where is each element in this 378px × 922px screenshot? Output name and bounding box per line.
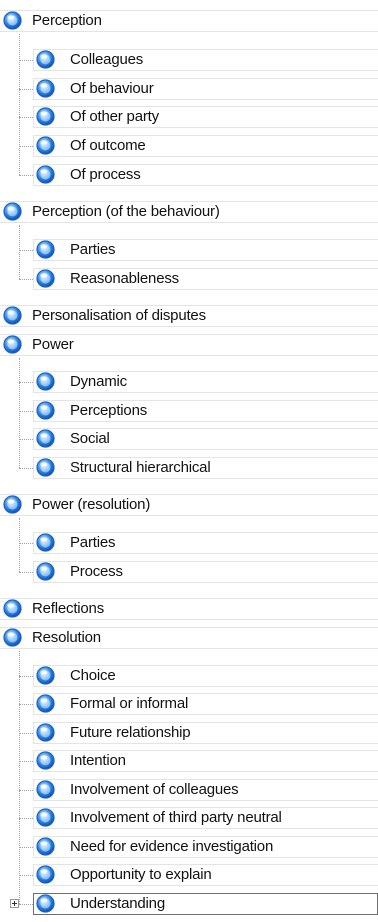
tree-node-of-outcome[interactable]: Of outcome — [33, 133, 378, 159]
tree-node-label: Power — [32, 336, 74, 353]
blue-orb-icon — [36, 372, 55, 391]
blue-orb-icon — [3, 335, 22, 354]
tree-node-perception-of-the-behaviour[interactable]: Perception (of the behaviour) — [0, 199, 378, 225]
tree-node-social[interactable]: Social — [33, 426, 378, 452]
blue-orb-icon — [36, 79, 55, 98]
tree-node-label: Personalisation of disputes — [32, 307, 206, 324]
tree-node-label: Reflections — [32, 600, 105, 617]
blue-orb-icon — [36, 723, 55, 742]
tree-node-choice[interactable]: Choice — [33, 663, 378, 689]
blue-orb-icon — [36, 50, 55, 69]
tree-node-label: Of other party — [70, 108, 159, 125]
tree-node-resolution[interactable]: Resolution — [0, 625, 378, 651]
tree-node-formal-or-informal[interactable]: Formal or informal — [33, 691, 378, 717]
blue-orb-icon — [36, 429, 55, 448]
tree-node-opportunity-to-explain[interactable]: Opportunity to explain — [33, 862, 378, 888]
tree-node-label: Need for evidence investigation — [70, 838, 274, 855]
tree-node-label: Involvement of colleagues — [70, 781, 239, 798]
tree-node-dynamic[interactable]: Dynamic — [33, 369, 378, 395]
blue-orb-icon — [3, 628, 22, 647]
tree-node-need-for-evidence-investigation[interactable]: Need for evidence investigation — [33, 834, 378, 860]
blue-orb-icon — [36, 780, 55, 799]
tree-node-involvement-of-third-party-neutral[interactable]: Involvement of third party neutral — [33, 805, 378, 831]
tree-node-label: Of process — [70, 166, 141, 183]
blue-orb-icon — [3, 202, 22, 221]
tree-node-structural-hierarchical[interactable]: Structural hierarchical — [33, 455, 378, 481]
tree-node-personalisation-of-disputes[interactable]: Personalisation of disputes — [0, 303, 378, 329]
node-tree: Perception Colleagues Of behaviour Of other… — [0, 0, 378, 922]
tree-node-label: Parties — [70, 534, 116, 551]
blue-orb-icon — [3, 306, 22, 325]
tree-node-label: Structural hierarchical — [70, 459, 211, 476]
tree-node-label: Social — [70, 430, 110, 447]
tree-node-label: Intention — [70, 752, 126, 769]
tree-node-perception[interactable]: Perception — [0, 8, 378, 34]
tree-node-intention[interactable]: Intention — [33, 748, 378, 774]
tree-node-label: Reasonableness — [70, 270, 179, 287]
tree-node-of-behaviour[interactable]: Of behaviour — [33, 76, 378, 102]
blue-orb-icon — [36, 808, 55, 827]
blue-orb-icon — [36, 751, 55, 770]
tree-node-label: Parties — [70, 241, 116, 258]
tree-node-involvement-of-colleagues[interactable]: Involvement of colleagues — [33, 777, 378, 803]
blue-orb-icon — [36, 401, 55, 420]
tree-node-label: Of behaviour — [70, 80, 154, 97]
tree-node-label: Future relationship — [70, 724, 191, 741]
blue-orb-icon — [36, 533, 55, 552]
tree-node-label: Perceptions — [70, 402, 148, 419]
blue-orb-icon — [36, 865, 55, 884]
blue-orb-icon — [36, 562, 55, 581]
tree-node-reflections[interactable]: Reflections — [0, 596, 378, 622]
tree-node-label: Understanding — [70, 895, 165, 912]
tree-node-of-process[interactable]: Of process — [33, 162, 378, 188]
tree-node-label: Formal or informal — [70, 695, 189, 712]
tree-node-power[interactable]: Power — [0, 332, 378, 358]
plus-expander-icon[interactable] — [10, 899, 19, 908]
tree-node-process[interactable]: Process — [33, 559, 378, 585]
tree-connector-line — [19, 34, 20, 175]
tree-node-label: Of outcome — [70, 137, 146, 154]
tree-node-parties-2[interactable]: Parties — [33, 530, 378, 556]
tree-node-future-relationship[interactable]: Future relationship — [33, 720, 378, 746]
tree-node-label: Dynamic — [70, 373, 127, 390]
blue-orb-icon — [36, 107, 55, 126]
tree-node-label: Colleagues — [70, 51, 144, 68]
blue-orb-icon — [3, 11, 22, 30]
blue-orb-icon — [36, 694, 55, 713]
tree-node-label: Choice — [70, 667, 116, 684]
tree-node-reasonableness[interactable]: Reasonableness — [33, 266, 378, 292]
tree-node-label: Perception — [32, 12, 102, 29]
blue-orb-icon — [36, 165, 55, 184]
tree-connector-line — [19, 358, 20, 468]
blue-orb-icon — [36, 269, 55, 288]
tree-node-parties[interactable]: Parties — [33, 237, 378, 263]
blue-orb-icon — [36, 666, 55, 685]
blue-orb-icon — [36, 136, 55, 155]
tree-node-label: Process — [70, 563, 123, 580]
tree-node-perceptions[interactable]: Perceptions — [33, 398, 378, 424]
blue-orb-icon — [36, 894, 55, 913]
tree-node-label: Power (resolution) — [32, 496, 151, 513]
tree-connector-line — [19, 651, 20, 904]
tree-node-colleagues[interactable]: Colleagues — [33, 47, 378, 73]
blue-orb-icon — [3, 599, 22, 618]
tree-connector-line — [19, 518, 20, 572]
tree-node-label: Opportunity to explain — [70, 866, 212, 883]
blue-orb-icon — [36, 458, 55, 477]
tree-node-of-other-party[interactable]: Of other party — [33, 104, 378, 130]
tree-node-understanding[interactable]: Understanding — [33, 891, 378, 917]
blue-orb-icon — [36, 240, 55, 259]
tree-node-label: Perception (of the behaviour) — [32, 203, 220, 220]
tree-node-label: Involvement of third party neutral — [70, 809, 282, 826]
tree-connector-line — [19, 225, 20, 279]
blue-orb-icon — [36, 837, 55, 856]
tree-node-label: Resolution — [32, 629, 101, 646]
blue-orb-icon — [3, 495, 22, 514]
tree-node-power-resolution[interactable]: Power (resolution) — [0, 492, 378, 518]
